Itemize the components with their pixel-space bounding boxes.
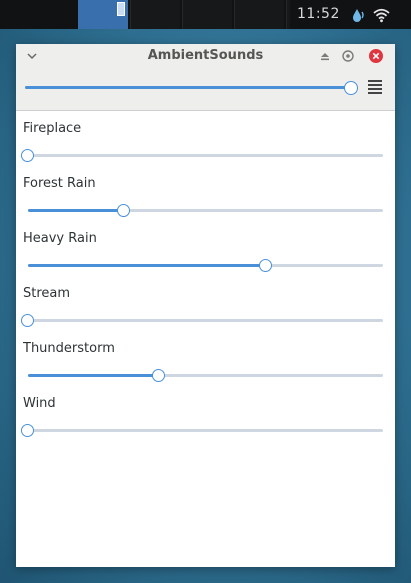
wifi-icon[interactable] — [373, 7, 390, 23]
sound-row: Thunderstorm — [16, 341, 395, 396]
workspace-1[interactable] — [78, 0, 128, 29]
sound-volume-handle[interactable] — [21, 423, 34, 437]
sound-volume-fill — [28, 264, 266, 267]
sound-volume-handle[interactable] — [21, 313, 34, 327]
sound-label: Fireplace — [23, 121, 82, 136]
header-bar: AmbientSounds — [16, 44, 395, 111]
close-icon[interactable] — [368, 48, 384, 64]
sound-volume-slider[interactable] — [21, 148, 383, 162]
clock[interactable]: 11:52 — [297, 6, 340, 22]
sound-volume-slider[interactable] — [28, 203, 383, 217]
restore-icon[interactable] — [340, 48, 356, 64]
top-panel: 11:52 — [0, 0, 411, 29]
water-drop-icon[interactable] — [350, 7, 366, 23]
sound-row: Fireplace — [16, 121, 395, 176]
master-volume-fill — [25, 86, 351, 89]
sound-volume-fill — [28, 209, 124, 212]
sound-row: Stream — [16, 286, 395, 341]
sound-label: Thunderstorm — [23, 341, 115, 356]
hamburger-menu-icon[interactable] — [368, 80, 382, 94]
sound-label: Forest Rain — [23, 176, 96, 191]
sound-volume-handle[interactable] — [258, 258, 272, 272]
master-volume-slider[interactable] — [25, 80, 358, 95]
workspace-2[interactable] — [130, 0, 180, 29]
window-title: AmbientSounds — [147, 48, 264, 63]
sound-row: Heavy Rain — [16, 231, 395, 286]
sound-volume-slider[interactable] — [21, 313, 383, 327]
workspace-4[interactable] — [234, 0, 284, 29]
sound-volume-slider[interactable] — [21, 423, 383, 437]
workspace-3[interactable] — [182, 0, 232, 29]
ambient-sounds-window: AmbientSounds Fireplace Forest Rain Heavy … — [16, 44, 395, 567]
workspace-divider — [286, 0, 290, 29]
master-volume-handle[interactable] — [344, 80, 358, 95]
eject-icon[interactable] — [317, 48, 333, 64]
sound-row: Wind — [16, 396, 395, 451]
sound-label: Heavy Rain — [23, 231, 97, 246]
sound-volume-slider[interactable] — [28, 368, 383, 382]
sound-row: Forest Rain — [16, 176, 395, 231]
sound-volume-handle[interactable] — [152, 368, 166, 382]
sound-label: Wind — [23, 396, 56, 411]
sound-volume-fill — [28, 374, 160, 377]
sound-volume-handle[interactable] — [21, 148, 34, 162]
sound-volume-handle[interactable] — [116, 203, 130, 217]
sound-label: Stream — [23, 286, 71, 301]
workspace-window-thumbnail — [117, 2, 125, 16]
sound-volume-slider[interactable] — [28, 258, 383, 272]
